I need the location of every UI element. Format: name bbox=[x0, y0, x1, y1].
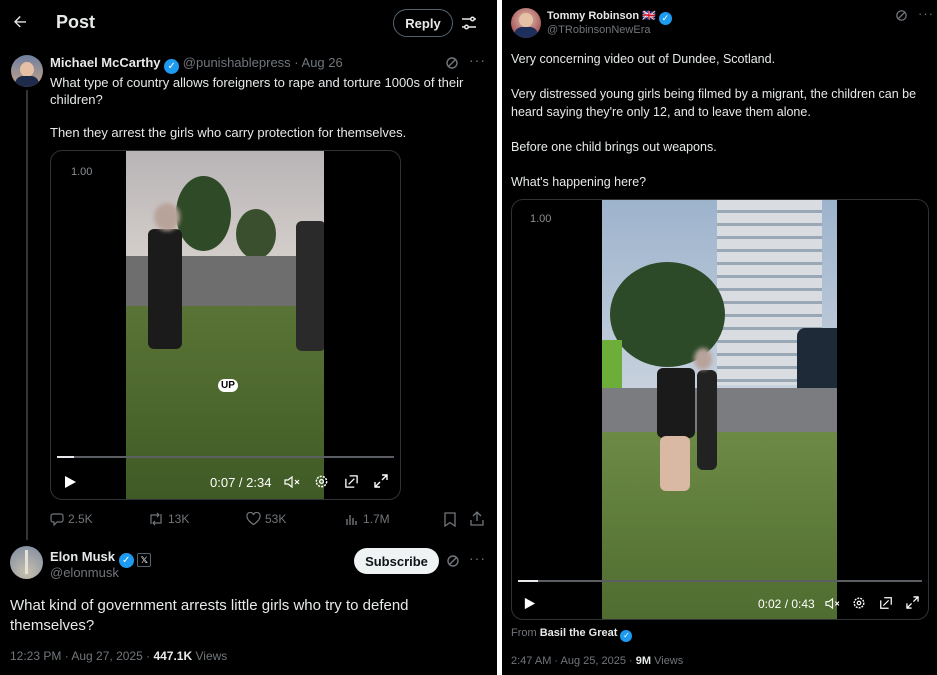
post-view-count: 447.1K bbox=[153, 649, 193, 663]
video-frame: UP bbox=[126, 151, 324, 499]
bookmark-icon[interactable] bbox=[444, 512, 456, 527]
arrow-left-icon[interactable] bbox=[10, 12, 30, 32]
grok-icon[interactable] bbox=[446, 554, 460, 568]
from-source-link[interactable]: Basil the Great bbox=[540, 627, 618, 639]
post-paragraph: Before one child brings out weapons. bbox=[511, 140, 717, 154]
more-options-icon[interactable]: ··· bbox=[469, 550, 486, 566]
post-paragraph: Very concerning video out of Dundee, Sco… bbox=[511, 52, 776, 66]
analytics-icon bbox=[345, 512, 359, 526]
post-timestamp[interactable]: 12:23 PM · Aug 27, 2025 · bbox=[10, 649, 150, 663]
play-icon[interactable] bbox=[523, 597, 536, 610]
view-count: 1.7M bbox=[363, 512, 390, 526]
post-text: What kind of government arrests little g… bbox=[10, 597, 409, 634]
author-handle[interactable]: @TRobinsonNewEra bbox=[547, 24, 651, 36]
quoted-text-2: Then they arrest the girls who carry pro… bbox=[50, 125, 407, 140]
views-action[interactable]: 1.7M bbox=[345, 512, 390, 526]
post-paragraph: What's happening here? bbox=[511, 175, 647, 189]
repost-count: 13K bbox=[168, 512, 190, 526]
more-options-icon[interactable]: ··· bbox=[918, 6, 934, 21]
fullscreen-icon[interactable] bbox=[906, 596, 919, 609]
pip-icon[interactable] bbox=[879, 596, 893, 610]
views-label: Views bbox=[195, 649, 228, 663]
thread-line bbox=[26, 90, 28, 540]
post-timestamp[interactable]: 2:47 AM · Aug 25, 2025 · bbox=[511, 655, 633, 667]
video-caption: UP bbox=[218, 379, 238, 392]
subscribe-button[interactable]: Subscribe bbox=[354, 548, 439, 574]
repost-action[interactable]: 13K bbox=[148, 512, 189, 526]
video-progress-bar[interactable] bbox=[518, 580, 922, 582]
pip-icon[interactable] bbox=[344, 474, 359, 489]
heart-icon bbox=[246, 512, 261, 526]
reply-icon bbox=[50, 512, 64, 526]
reply-count: 2.5K bbox=[68, 512, 93, 526]
reply-action[interactable]: 2.5K bbox=[50, 512, 93, 526]
quoted-date[interactable]: · Aug 26 bbox=[294, 55, 342, 70]
avatar[interactable] bbox=[11, 55, 43, 87]
verified-badge-icon: ✓ bbox=[620, 629, 633, 642]
video-frame bbox=[602, 200, 837, 619]
page-title: Post bbox=[56, 12, 96, 32]
author-name[interactable]: Elon Musk bbox=[50, 549, 115, 564]
post-view-count: 9M bbox=[635, 655, 652, 667]
video-time: 0:02 / 0:43 bbox=[758, 597, 815, 611]
grok-icon[interactable] bbox=[445, 56, 459, 70]
playback-speed[interactable]: 1.00 bbox=[71, 166, 92, 178]
verified-badge-icon: ✓ bbox=[658, 12, 672, 25]
like-count: 53K bbox=[265, 512, 287, 526]
author-name[interactable]: Tommy Robinson bbox=[547, 10, 639, 22]
post-body: Very concerning video out of Dundee, Sco… bbox=[511, 50, 931, 191]
from-label: From bbox=[511, 627, 537, 639]
affiliate-badge-icon: 𝕏 bbox=[137, 553, 152, 567]
video-progress-bar[interactable] bbox=[57, 456, 394, 458]
repost-icon bbox=[148, 512, 164, 526]
left-post-panel: Post Reply Michael McCarthy ✓ @punishabl… bbox=[0, 0, 497, 675]
avatar[interactable] bbox=[10, 546, 43, 579]
quoted-video-player[interactable]: 1.00 UP 0:07 / 2:34 bbox=[50, 150, 401, 500]
settings-gear-icon[interactable] bbox=[314, 474, 329, 489]
post-paragraph: Very distressed young girls being filmed… bbox=[511, 87, 917, 119]
quoted-author-handle[interactable]: @punishablepress bbox=[183, 55, 291, 70]
right-post-panel: Tommy Robinson 🇬🇧 ✓ @TRobinsonNewEra ···… bbox=[502, 0, 937, 675]
quoted-author-name[interactable]: Michael McCarthy bbox=[50, 55, 161, 70]
views-label: Views bbox=[654, 655, 684, 667]
like-action[interactable]: 53K bbox=[246, 512, 286, 526]
fullscreen-icon[interactable] bbox=[374, 474, 388, 488]
avatar[interactable] bbox=[511, 8, 541, 38]
video-time: 0:07 / 2:34 bbox=[210, 475, 272, 490]
quoted-text-1: What type of country allows foreigners t… bbox=[50, 75, 464, 107]
grok-icon[interactable] bbox=[895, 9, 908, 22]
more-options-icon[interactable]: ··· bbox=[469, 52, 486, 68]
settings-gear-icon[interactable] bbox=[852, 596, 866, 610]
mute-icon[interactable] bbox=[284, 475, 300, 489]
author-handle[interactable]: @elonmusk bbox=[50, 565, 119, 580]
verified-badge-icon: ✓ bbox=[118, 553, 134, 568]
playback-speed[interactable]: 1.00 bbox=[530, 213, 551, 225]
reply-button[interactable]: Reply bbox=[393, 9, 453, 37]
play-icon[interactable] bbox=[63, 475, 77, 489]
share-icon[interactable] bbox=[470, 511, 484, 526]
main-video-player[interactable]: 1.00 0:02 / 0:43 bbox=[511, 199, 929, 620]
verified-badge-icon: ✓ bbox=[164, 59, 180, 74]
sliders-icon[interactable] bbox=[459, 13, 479, 33]
mute-icon[interactable] bbox=[825, 597, 840, 610]
uk-flag-icon: 🇬🇧 bbox=[642, 10, 656, 22]
